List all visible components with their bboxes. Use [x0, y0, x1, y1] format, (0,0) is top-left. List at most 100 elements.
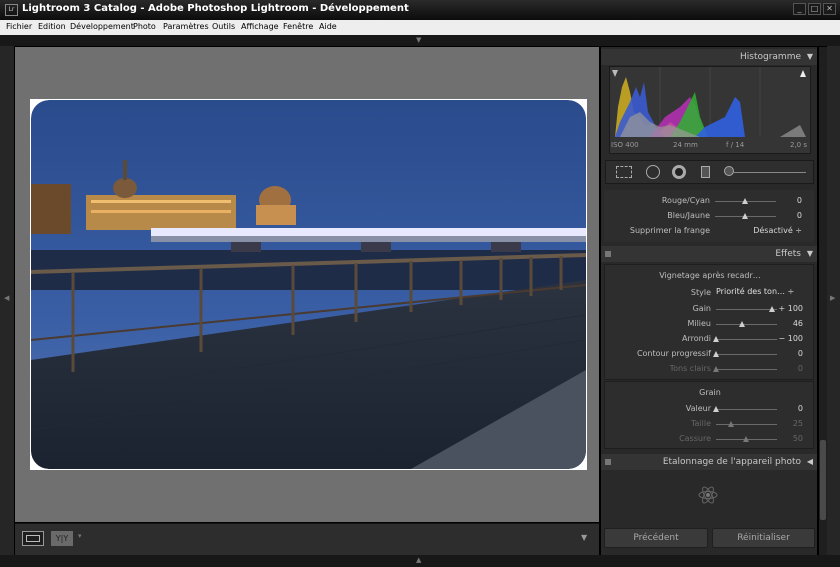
arrondi-row: Arrondi − 100: [605, 332, 815, 345]
histogram-graph: [610, 67, 810, 153]
crop-tool-icon[interactable]: [616, 166, 632, 178]
lightroom-ornament-icon: [697, 484, 719, 506]
style-row: Style Priorité des ton… ÷: [605, 286, 815, 299]
tons-clairs-row: Tons clairs 0: [605, 362, 815, 375]
menu-bar: Fichier Edition Développement Photo Para…: [0, 20, 840, 35]
slider-thumb[interactable]: [742, 213, 748, 219]
right-panel-toggle[interactable]: ▶: [827, 46, 840, 555]
lightroom-logo-icon: Lr: [5, 4, 18, 16]
slider-thumb[interactable]: [713, 336, 719, 342]
slider-thumb[interactable]: [713, 406, 719, 412]
triangle-down-icon: ▼: [416, 36, 422, 44]
calibration-header[interactable]: Etalonnage de l'appareil photo ◀: [601, 454, 817, 470]
milieu-value[interactable]: 46: [793, 319, 803, 328]
vignette-section: Vignetage après recadr… Style Priorité d…: [604, 264, 814, 380]
triangle-left-icon: ◀: [4, 294, 10, 302]
arrondi-label: Arrondi: [682, 334, 711, 343]
window-title: Lightroom 3 Catalog - Adobe Photoshop Li…: [22, 3, 409, 14]
slider-thumb: [728, 421, 734, 427]
view-dropdown-icon[interactable]: ▾: [78, 532, 82, 540]
left-panel-toggle[interactable]: ◀: [0, 46, 14, 555]
spot-removal-icon[interactable]: [646, 165, 660, 179]
slider-thumb[interactable]: [742, 198, 748, 204]
fringe-dropdown[interactable]: Désactivé ÷: [753, 226, 802, 235]
menu-fenetre[interactable]: Fenêtre: [283, 22, 313, 31]
gain-value[interactable]: + 100: [778, 304, 803, 313]
gain-row: Gain + 100: [605, 302, 815, 315]
histogram-header[interactable]: Histogramme ▼: [601, 49, 817, 65]
adjustment-brush-icon[interactable]: [724, 166, 734, 176]
collapse-triangle-icon: ▼: [806, 249, 813, 258]
previous-button[interactable]: Précédent: [604, 528, 708, 548]
style-dropdown[interactable]: Priorité des ton… ÷: [716, 287, 794, 296]
panel-switch-icon[interactable]: [605, 251, 611, 257]
top-panel-toggle[interactable]: ▼: [0, 35, 840, 46]
reset-button[interactable]: Réinitialiser: [712, 528, 815, 548]
graduated-filter-icon[interactable]: [701, 166, 710, 178]
grain-cassure-slider: [716, 436, 777, 442]
title-bar: Lr Lightroom 3 Catalog - Adobe Photoshop…: [0, 0, 840, 20]
photo-preview[interactable]: [30, 99, 587, 470]
grain-taille-label: Taille: [690, 419, 711, 428]
rouge-cyan-slider[interactable]: [715, 198, 776, 204]
triangle-right-icon: ▶: [830, 294, 836, 302]
fringe-label: Supprimer la frange: [629, 226, 710, 235]
grain-taille-value: 25: [792, 419, 803, 428]
bottom-toolbar: Y|Y ▾ ▼: [15, 523, 599, 555]
menu-outils[interactable]: Outils: [212, 22, 235, 31]
grain-section: Grain Valeur 0 Taille 25 Cassure 50: [604, 381, 814, 449]
bleu-jaune-value[interactable]: 0: [797, 211, 802, 220]
brush-slider[interactable]: [734, 172, 806, 173]
aperture: f / 14: [726, 141, 745, 149]
gain-slider[interactable]: [716, 306, 777, 312]
maximize-button[interactable]: □: [808, 3, 821, 15]
milieu-slider[interactable]: [716, 321, 777, 327]
contour-progressif-slider[interactable]: [713, 351, 777, 357]
rouge-cyan-label: Rouge/Cyan: [661, 196, 710, 205]
menu-developpement[interactable]: Développement: [70, 22, 134, 31]
compare-view-button[interactable]: Y|Y: [51, 531, 73, 546]
grain-title: Grain: [699, 388, 721, 397]
loupe-view-button[interactable]: [22, 531, 44, 546]
menu-edition[interactable]: Edition: [38, 22, 66, 31]
rouge-cyan-value[interactable]: 0: [797, 196, 802, 205]
slider-thumb: [713, 366, 719, 372]
effets-header[interactable]: Effets ▼: [601, 246, 817, 262]
shutter-speed: 2,0 s: [790, 141, 808, 149]
arrondi-value[interactable]: − 100: [778, 334, 803, 343]
contour-progressif-value[interactable]: 0: [798, 349, 803, 358]
menu-affichage[interactable]: Affichage: [241, 22, 279, 31]
minimize-button[interactable]: _: [793, 3, 806, 15]
grain-valeur-row: Valeur 0: [605, 402, 815, 415]
milieu-row: Milieu 46: [605, 317, 815, 330]
tons-clairs-label: Tons clairs: [669, 364, 711, 373]
calibration-title: Etalonnage de l'appareil photo: [662, 457, 801, 467]
close-button[interactable]: ✕: [823, 3, 836, 15]
fringe-row: Supprimer la frange Désactivé ÷: [604, 224, 814, 237]
tons-clairs-slider: [713, 366, 777, 372]
gain-label: Gain: [692, 304, 711, 313]
menu-photo[interactable]: Photo: [133, 22, 156, 31]
grain-valeur-value[interactable]: 0: [798, 404, 803, 413]
menu-aide[interactable]: Aide: [319, 22, 337, 31]
grain-valeur-slider[interactable]: [713, 406, 777, 412]
menu-parametres[interactable]: Paramètres: [163, 22, 209, 31]
red-eye-icon[interactable]: [672, 165, 686, 179]
slider-thumb[interactable]: [739, 321, 745, 327]
panel-switch-icon[interactable]: [605, 459, 611, 465]
slider-thumb[interactable]: [713, 351, 719, 357]
bottom-panel-toggle[interactable]: ▲: [0, 555, 840, 567]
triangle-up-icon: ▲: [416, 556, 422, 564]
arrondi-slider[interactable]: [713, 336, 777, 342]
slider-thumb[interactable]: [769, 306, 775, 312]
menu-fichier[interactable]: Fichier: [6, 22, 32, 31]
grain-taille-row: Taille 25: [605, 417, 815, 430]
toolbar-options-icon[interactable]: ▼: [581, 533, 587, 542]
night-bridge-photo: [31, 100, 586, 469]
scrollbar-thumb[interactable]: [820, 440, 826, 520]
bleu-jaune-slider[interactable]: [715, 213, 776, 219]
grain-cassure-value: 50: [792, 434, 803, 443]
contour-progressif-row: Contour progressif 0: [605, 347, 815, 360]
histogram[interactable]: [609, 66, 811, 154]
grain-cassure-label: Cassure: [679, 434, 711, 443]
